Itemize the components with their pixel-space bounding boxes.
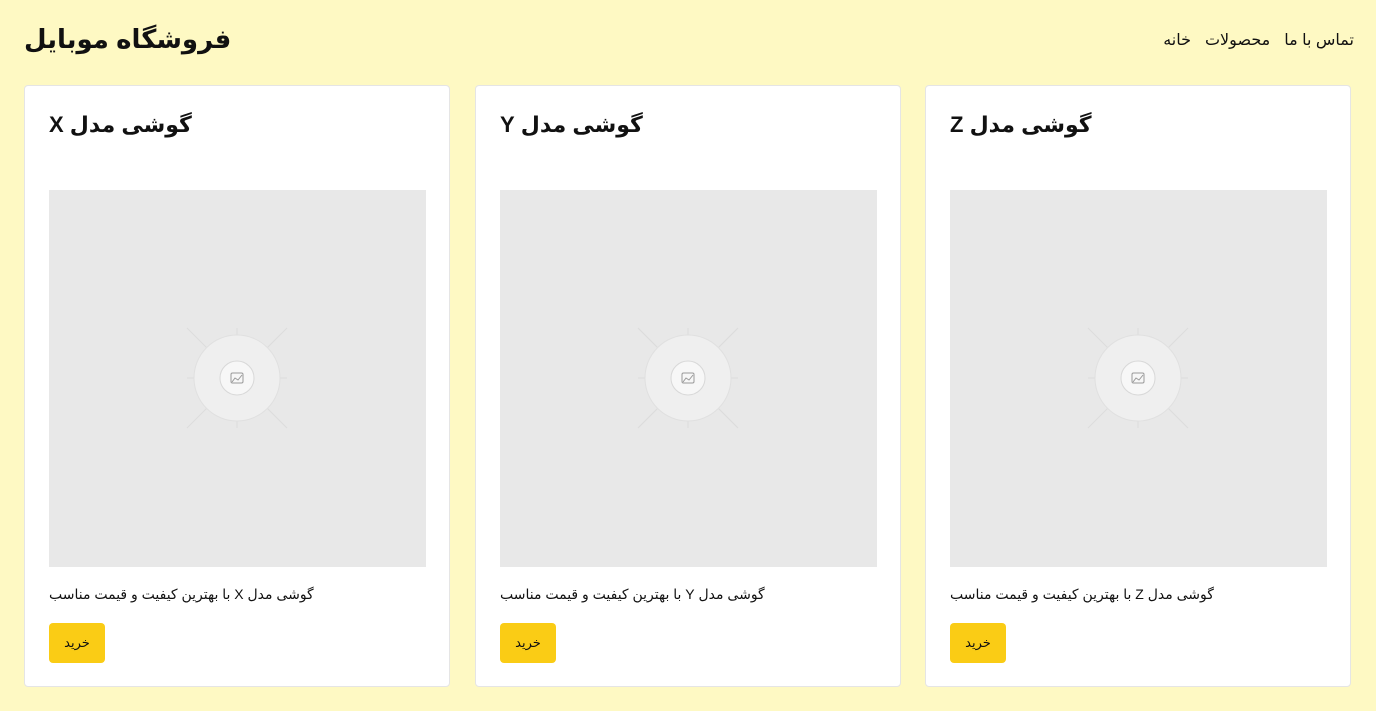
buy-button[interactable]: خرید [950, 623, 1006, 663]
product-title: گوشی مدل Y [500, 112, 643, 137]
product-card-y: گوشی مدل Y گوشی مدل Y با بهترین کیفیت و … [475, 85, 901, 687]
product-description: گوشی مدل Y با بهترین کیفیت و قیمت مناسب [500, 586, 765, 602]
buy-button[interactable]: خرید [49, 623, 105, 663]
nav-link-home[interactable]: خانه [1163, 30, 1191, 50]
nav-link-products[interactable]: محصولات [1205, 30, 1270, 50]
product-title: گوشی مدل X [49, 112, 192, 137]
product-image [950, 190, 1327, 567]
product-card-x: گوشی مدل X گوشی مدل X با بهترین کیفیت و … [24, 85, 450, 687]
main-nav: خانه محصولات تماس با ما [1163, 30, 1354, 50]
image-placeholder-icon [186, 327, 288, 429]
product-grid: گوشی مدل X گوشی مدل X با بهترین کیفیت و … [24, 85, 1352, 687]
product-image [49, 190, 426, 567]
image-placeholder-icon [637, 327, 739, 429]
product-description: گوشی مدل Z با بهترین کیفیت و قیمت مناسب [950, 586, 1214, 602]
nav-link-contact[interactable]: تماس با ما [1284, 30, 1354, 50]
site-title: فروشگاه موبایل [24, 24, 232, 54]
product-title: گوشی مدل Z [950, 112, 1092, 137]
product-description: گوشی مدل X با بهترین کیفیت و قیمت مناسب [49, 586, 314, 602]
product-card-z: گوشی مدل Z گوشی مدل Z با بهترین کیفیت و … [925, 85, 1351, 687]
product-image [500, 190, 877, 567]
image-placeholder-icon [1087, 327, 1189, 429]
site-header: فروشگاه موبایل خانه محصولات تماس با ما [0, 0, 1376, 84]
buy-button[interactable]: خرید [500, 623, 556, 663]
